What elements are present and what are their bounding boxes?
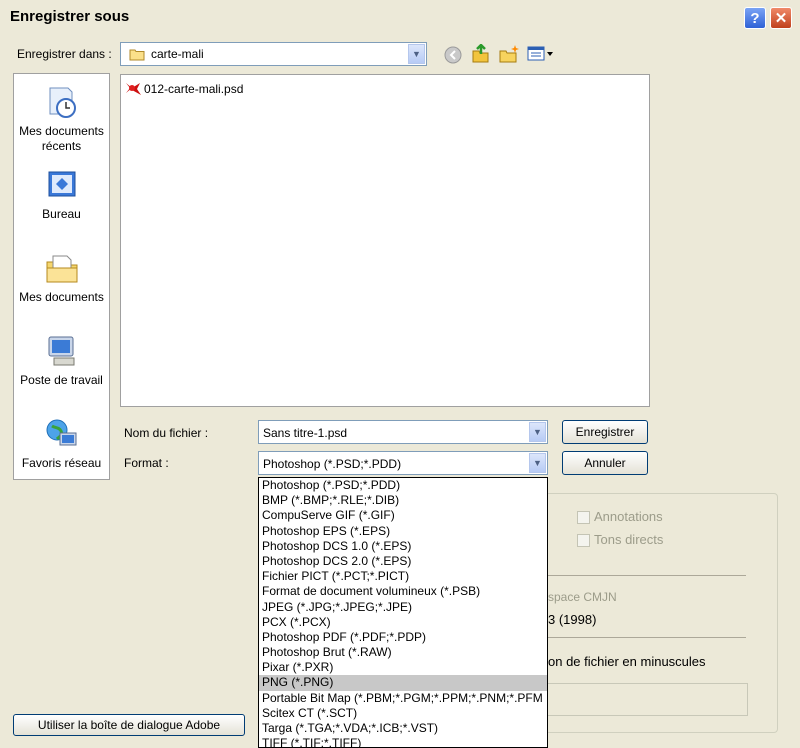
format-dropdown-list[interactable]: Photoshop (*.PSD;*.PDD) BMP (*.BMP;*.RLE;… [258,477,548,748]
back-icon[interactable] [444,46,462,67]
place-my-documents[interactable]: Mes documents [14,250,109,305]
cmyk-option-fragment: space CMJN [548,590,617,604]
network-places-icon [46,419,76,446]
annotations-option[interactable]: Annotations [577,509,663,525]
spot-colors-checkbox[interactable] [577,534,590,548]
file-item[interactable]: 012-carte-mali.psd [124,81,243,97]
place-recent-documents[interactable]: Mes documents récents [14,84,109,154]
place-my-computer[interactable]: Poste de travail [14,333,109,388]
chevron-down-icon[interactable]: ▼ [529,453,546,473]
divider [548,637,746,638]
format-option[interactable]: Format de document volumineux (*.PSB) [259,584,547,599]
place-label: Bureau [42,207,81,221]
lowercase-extension-option[interactable]: on de fichier en minuscules [548,654,706,669]
format-option[interactable]: Photoshop DCS 2.0 (*.EPS) [259,554,547,569]
places-bar: Mes documents récents Bureau Mes documen… [13,73,110,480]
format-option[interactable]: Portable Bit Map (*.PBM;*.PGM;*.PPM;*.PN… [259,691,547,706]
format-option[interactable]: PNG (*.PNG) [259,675,547,691]
format-option[interactable]: TIFF (*.TIF;*.TIFF) [259,736,547,747]
format-option[interactable]: Targa (*.TGA;*.VDA;*.ICB;*.VST) [259,721,547,736]
divider [548,575,746,576]
up-folder-icon[interactable] [471,43,491,67]
annotations-label: Annotations [594,509,663,524]
my-documents-icon [46,255,77,283]
file-list[interactable]: 012-carte-mali.psd [120,74,650,407]
place-label: Favoris réseau [21,456,102,470]
place-label: Poste de travail [20,373,103,387]
cancel-button[interactable]: Annuler [562,451,648,475]
format-option[interactable]: Fichier PICT (*.PCT;*.PICT) [259,569,547,584]
place-network[interactable]: Favoris réseau [14,416,109,471]
filename-value: Sans titre-1.psd [263,426,348,440]
help-button[interactable]: ? [744,7,766,29]
place-label: Mes documents [19,290,104,304]
save-in-label: Enregistrer dans : [17,47,112,61]
format-option[interactable]: JPEG (*.JPG;*.JPEG;*.JPE) [259,600,547,615]
file-name: 012-carte-mali.psd [144,82,244,96]
save-in-value: carte-mali [151,47,204,61]
chevron-down-icon[interactable]: ▼ [529,422,546,442]
spot-colors-option[interactable]: Tons directs [577,532,664,548]
format-option[interactable]: Scitex CT (*.SCT) [259,706,547,721]
year-fragment: 3 (1998) [548,612,597,627]
filename-input[interactable]: Sans titre-1.psd ▼ [258,420,548,444]
use-adobe-dialog-button[interactable]: Utiliser la boîte de dialogue Adobe [13,714,245,736]
format-option[interactable]: Photoshop DCS 1.0 (*.EPS) [259,539,547,554]
filename-label: Nom du fichier : [124,426,209,440]
format-value: Photoshop (*.PSD;*.PDD) [263,457,402,471]
format-option[interactable]: Photoshop EPS (*.EPS) [259,524,547,539]
warning-box [548,683,748,716]
close-button[interactable]: ✕ [770,7,792,29]
desktop-icon [48,171,75,197]
format-option[interactable]: Photoshop PDF (*.PDF;*.PDP) [259,630,547,645]
format-option[interactable]: CompuServe GIF (*.GIF) [259,508,547,523]
new-folder-icon[interactable] [498,44,520,67]
my-computer-icon [48,336,74,366]
format-option[interactable]: Photoshop Brut (*.RAW) [259,645,547,660]
window-title: Enregistrer sous [10,8,130,25]
recent-documents-icon [49,87,76,118]
save-in-combobox[interactable]: carte-mali ▼ [120,42,427,66]
psd-file-icon [126,83,141,95]
format-option[interactable]: Pixar (*.PXR) [259,660,547,675]
format-combobox[interactable]: Photoshop (*.PSD;*.PDD) ▼ [258,451,548,475]
format-option[interactable]: Photoshop (*.PSD;*.PDD) [259,478,547,493]
spot-colors-label: Tons directs [594,532,664,547]
format-option[interactable]: BMP (*.BMP;*.RLE;*.DIB) [259,493,547,508]
place-desktop[interactable]: Bureau [14,167,109,222]
save-button[interactable]: Enregistrer [562,420,648,444]
chevron-down-icon[interactable]: ▼ [408,44,425,64]
folder-icon [129,47,145,64]
format-label: Format : [124,456,169,470]
view-menu-icon[interactable] [527,45,555,66]
place-label: Mes documents récents [19,124,104,153]
format-option[interactable]: PCX (*.PCX) [259,615,547,630]
annotations-checkbox[interactable] [577,511,590,525]
